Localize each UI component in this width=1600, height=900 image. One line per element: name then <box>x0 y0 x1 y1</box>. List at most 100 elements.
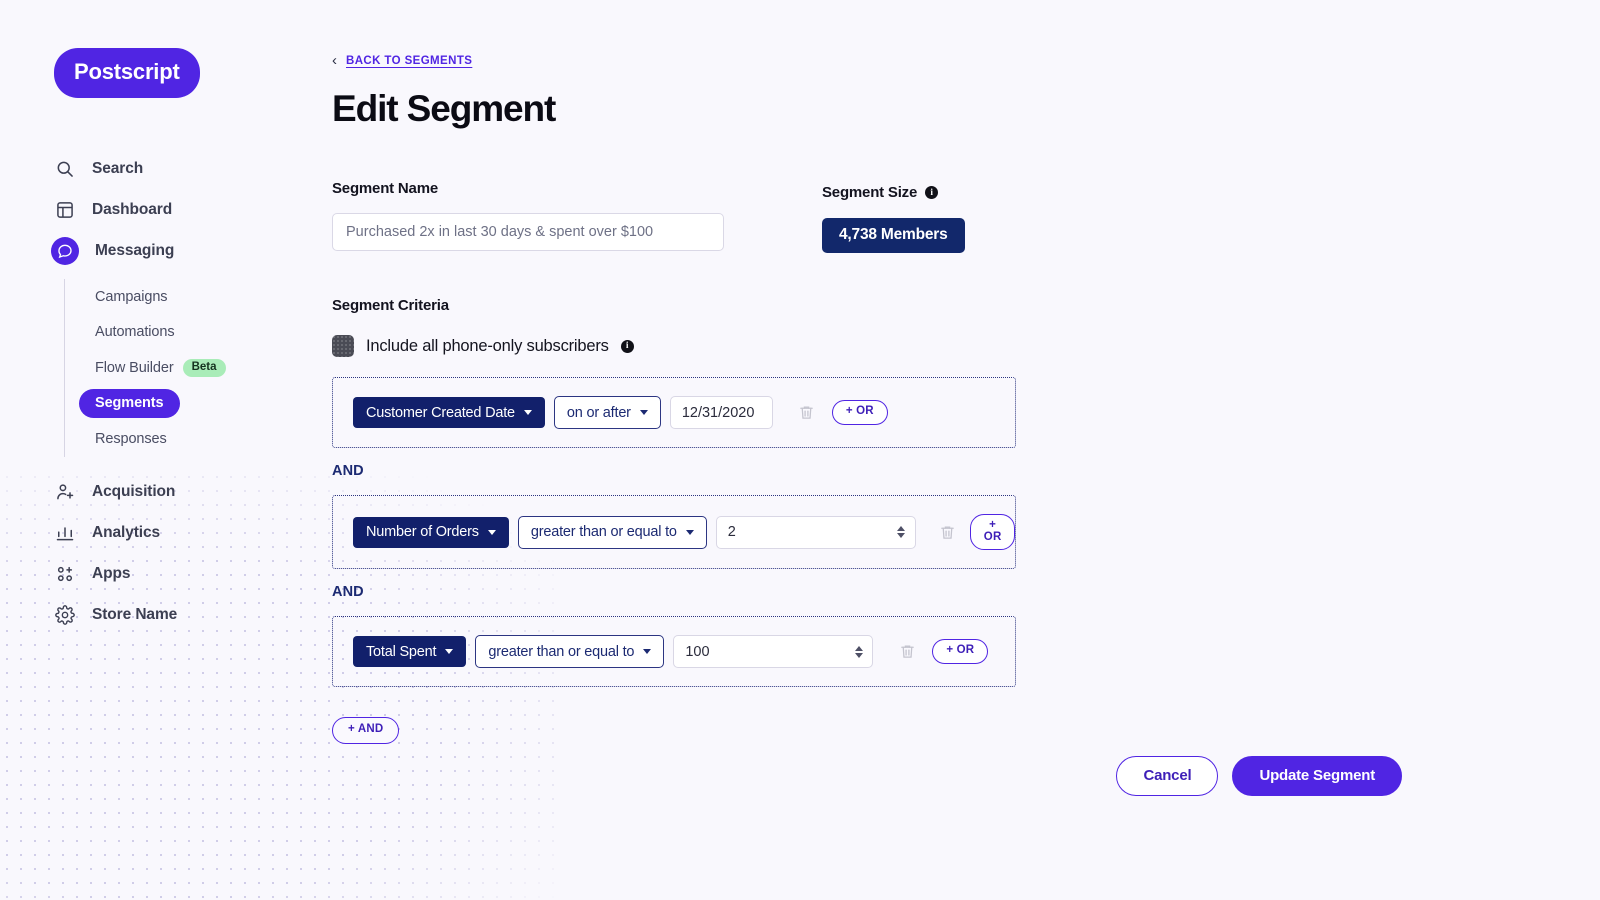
info-icon[interactable]: i <box>620 339 634 353</box>
sidebar-item-label: Analytics <box>92 524 161 541</box>
messaging-subnav: Campaigns Automations Flow Builder Beta … <box>64 279 330 457</box>
sidebar-item-label: Search <box>92 159 144 177</box>
segment-size-label: Segment Size <box>822 184 918 201</box>
chevron-down-icon <box>685 529 694 535</box>
chevron-down-icon <box>639 410 648 415</box>
segment-size-label-row: Segment Size i <box>822 184 965 201</box>
criteria-field-label: Number of Orders <box>366 524 479 540</box>
and-separator-label: AND <box>332 463 364 479</box>
segment-name-input[interactable] <box>332 213 724 251</box>
sidebar-item-label: Store Name <box>92 606 178 623</box>
criteria-number-field <box>715 515 916 549</box>
criteria-operator-label: greater than or equal to <box>530 524 677 540</box>
number-stepper[interactable] <box>896 522 907 542</box>
criteria-field-label: Total Spent <box>366 643 437 660</box>
chevron-down-icon <box>523 410 532 415</box>
phone-only-label: Include all phone-only subscribers <box>366 336 609 355</box>
name-and-size-row: Segment Name Segment Size i 4,738 Member… <box>332 180 1600 253</box>
sidebar-subitem-responses[interactable]: Responses <box>95 421 330 457</box>
sidebar-subitem-flow-builder[interactable]: Flow Builder Beta <box>95 350 330 386</box>
criteria-operator-select[interactable]: greater than or equal to <box>517 515 707 549</box>
main-content: ‹ BACK TO SEGMENTS Edit Segment Segment … <box>332 0 1600 900</box>
criteria-value-input[interactable] <box>673 635 874 668</box>
apps-icon <box>54 563 76 585</box>
stepper-down-icon[interactable] <box>854 652 863 658</box>
segment-name-group: Segment Name <box>332 180 822 253</box>
delete-criteria-icon[interactable] <box>896 640 918 664</box>
segment-size-group: Segment Size i 4,738 Members <box>822 180 965 253</box>
search-icon <box>54 158 76 180</box>
chevron-down-icon <box>487 529 496 535</box>
info-icon[interactable]: i <box>925 186 939 199</box>
sidebar-subitem-label: Flow Builder <box>95 359 174 376</box>
criteria-group: Total Spent greater than or equal to 100… <box>332 616 1016 687</box>
criteria-group: Number of Orders greater than or equal t… <box>332 495 1016 569</box>
sidebar-item-store-name[interactable]: Store Name <box>54 595 330 636</box>
sidebar-subitem-label: Campaigns <box>95 288 168 305</box>
sidebar-item-label: Acquisition <box>92 483 176 500</box>
stepper-down-icon[interactable] <box>897 533 906 538</box>
add-and-button[interactable]: + AND <box>332 717 400 744</box>
sidebar-item-label: Dashboard <box>92 200 173 218</box>
stepper-up-icon[interactable] <box>897 526 906 531</box>
sidebar-item-messaging[interactable]: Messaging <box>51 230 330 271</box>
segment-name-label: Segment Name <box>332 180 438 197</box>
phone-only-checkbox[interactable] <box>332 335 354 357</box>
add-or-button[interactable]: + OR <box>932 639 989 664</box>
add-or-button[interactable]: + OR <box>831 400 888 425</box>
segment-size-badge: 4,738 Members <box>822 218 965 253</box>
back-link-label: BACK TO SEGMENTS <box>346 54 473 67</box>
gear-icon <box>54 604 76 626</box>
segment-criteria-title: Segment Criteria <box>332 297 449 314</box>
delete-criteria-icon[interactable] <box>796 401 818 425</box>
number-stepper[interactable] <box>853 642 864 662</box>
logo-text: Postscript <box>74 59 180 84</box>
sidebar-item-label: Apps <box>92 565 131 582</box>
sidebar-item-search[interactable]: Search <box>54 148 330 189</box>
sidebar-subitem-label: Segments <box>79 388 180 418</box>
page-title: Edit Segment <box>332 88 556 129</box>
and-separator-label: AND <box>332 584 364 600</box>
criteria-value-input[interactable] <box>715 515 916 549</box>
chevron-left-icon: ‹ <box>332 52 337 69</box>
chevron-down-icon <box>643 649 652 654</box>
criteria-row: Number of Orders greater than or equal t… <box>353 514 1016 550</box>
sidebar-nav: Search Dashboard Messaging Campaigns Aut… <box>51 148 330 636</box>
dashboard-icon <box>54 199 76 221</box>
criteria-field-label: Customer Created Date <box>366 404 515 421</box>
criteria-field-select[interactable]: Total Spent <box>353 636 467 667</box>
criteria-operator-label: greater than or equal to <box>488 643 635 660</box>
analytics-icon <box>54 522 76 544</box>
sidebar-item-label: Messaging <box>95 241 175 259</box>
criteria-operator-label: on or after <box>566 404 631 421</box>
sidebar-subitem-label: Responses <box>95 430 167 447</box>
criteria-field-select[interactable]: Customer Created Date <box>353 397 545 428</box>
add-or-button[interactable]: + OR <box>969 514 1016 550</box>
sidebar-subitem-segments[interactable]: Segments <box>79 386 330 422</box>
sidebar-item-apps[interactable]: Apps <box>54 554 330 595</box>
postscript-logo[interactable]: Postscript <box>54 48 200 98</box>
criteria-operator-select[interactable]: on or after <box>553 396 661 429</box>
criteria-operator-select[interactable]: greater than or equal to <box>475 635 665 668</box>
back-to-segments-link[interactable]: ‹ BACK TO SEGMENTS <box>332 53 472 68</box>
chevron-down-icon <box>445 649 454 654</box>
criteria-number-field <box>673 635 874 668</box>
delete-criteria-icon[interactable] <box>939 520 956 544</box>
sidebar: Postscript Search Dashboard Messaging Ca… <box>0 0 330 900</box>
criteria-field-select[interactable]: Number of Orders <box>353 516 509 548</box>
stepper-up-icon[interactable] <box>854 645 863 651</box>
sidebar-subitem-campaigns[interactable]: Campaigns <box>95 279 330 315</box>
beta-badge: Beta <box>182 358 226 377</box>
criteria-row: Total Spent greater than or equal to 100… <box>353 635 995 668</box>
phone-only-row: Include all phone-only subscribers i <box>332 335 1600 357</box>
sidebar-item-acquisition[interactable]: Acquisition <box>54 472 330 513</box>
sidebar-item-analytics[interactable]: Analytics <box>54 513 330 554</box>
criteria-value-input[interactable] <box>669 396 773 429</box>
sidebar-item-dashboard[interactable]: Dashboard <box>54 189 330 230</box>
criteria-row: Customer Created Date on or after + OR <box>353 396 995 429</box>
sidebar-subitem-label: Automations <box>95 324 175 341</box>
criteria-group: Customer Created Date on or after + OR <box>332 377 1016 448</box>
sidebar-subitem-automations[interactable]: Automations <box>95 315 330 351</box>
acquisition-icon <box>54 481 76 503</box>
